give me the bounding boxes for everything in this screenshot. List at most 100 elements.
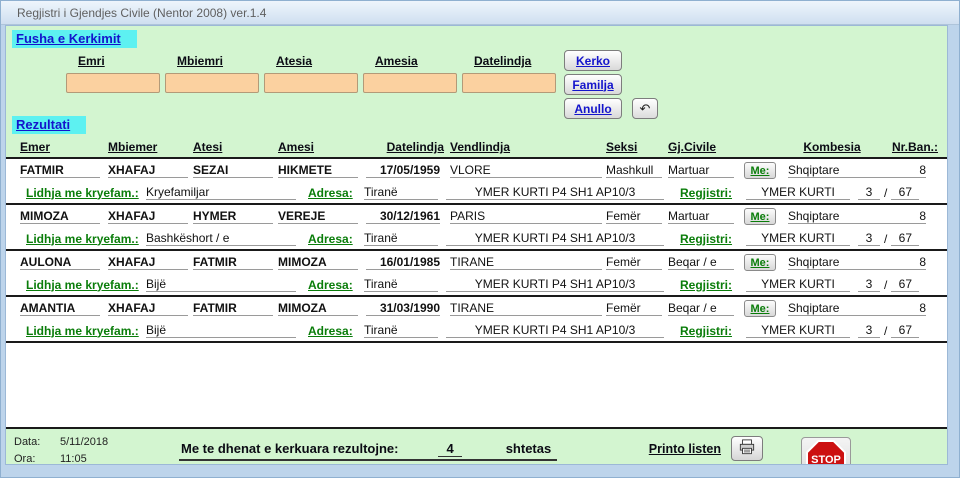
cell-kombesia: Shqiptare [782, 163, 882, 178]
anullo-button[interactable]: Anullo [564, 98, 622, 119]
cell-gjcivile: Martuar [668, 209, 744, 224]
adresa-label[interactable]: Adresa: [308, 324, 364, 338]
adresa-label[interactable]: Adresa: [308, 278, 364, 292]
search-fields: Emri Mbiemri Atesia Amesia [66, 50, 556, 93]
cell-regjistri: YMER KURTI [746, 231, 858, 246]
results-summary: Me te dhenat e kerkuara rezultojne: 4 sh… [179, 441, 557, 461]
print-block: Printo listen Printo familjen [634, 436, 763, 465]
cell-atesi: FATMIR [193, 301, 278, 316]
mbiemri-input[interactable] [165, 73, 259, 93]
cell-datelindja: 16/01/1985 [366, 255, 444, 270]
printo-listen-link[interactable]: Printo listen [649, 442, 721, 456]
me-button[interactable]: Me: [744, 162, 776, 179]
field-amesia-label: Amesia [375, 54, 457, 68]
cell-fleta: 3 [858, 231, 884, 246]
cell-adresa2: YMER KURTI P4 SH1 AP10/3 [446, 277, 680, 292]
cell-mbiemer: XHAFAJ [108, 163, 193, 178]
printo-listen-button[interactable] [731, 436, 763, 461]
field-emri: Emri [66, 50, 160, 93]
cell-nrban: 8 [882, 209, 938, 224]
cell-adresa: Tiranë [364, 185, 446, 200]
stop-button[interactable]: STOP [801, 437, 851, 465]
me-button[interactable]: Me: [744, 254, 776, 271]
field-mbiemri: Mbiemri [165, 50, 259, 93]
regjistri-label[interactable]: Regjistri: [680, 186, 746, 200]
cell-emer: FATMIR [20, 163, 108, 178]
lidhja-label[interactable]: Lidhja me kryefam.: [26, 186, 146, 200]
col-atesi: Atesi [193, 140, 278, 154]
results-table-header: Emer Mbiemer Atesi Amesi Datelindja Vend… [6, 137, 947, 157]
ora-label: Ora: [14, 451, 60, 465]
me-button[interactable]: Me: [744, 300, 776, 317]
cell-kombesia: Shqiptare [782, 301, 882, 316]
cell-adresa: Tiranë [364, 323, 446, 338]
col-amesi: Amesi [278, 140, 366, 154]
table-subrow: Lidhja me kryefam.: Bijë Adresa: Tiranë … [6, 320, 947, 341]
table-subrow: Lidhja me kryefam.: Bijë Adresa: Tiranë … [6, 274, 947, 295]
cell-mbiemer: XHAFAJ [108, 301, 193, 316]
table-row[interactable]: FATMIR XHAFAJ SEZAI HIKMETE 17/05/1959 V… [6, 159, 947, 182]
kerko-button[interactable]: Kerko [564, 50, 622, 71]
cell-adresa: Tiranë [364, 277, 446, 292]
table-row[interactable]: AMANTIA XHAFAJ FATMIR MIMOZA 31/03/1990 … [6, 297, 947, 320]
col-vendlindja: Vendlindja [444, 140, 606, 154]
data-label: Data: [14, 434, 60, 451]
emri-input[interactable] [66, 73, 160, 93]
cell-fleta: 3 [858, 323, 884, 338]
atesia-input[interactable] [264, 73, 358, 93]
cell-kombesia: Shqiptare [782, 255, 882, 270]
cell-nrban: 8 [882, 301, 938, 316]
window-titlebar[interactable]: Regjistri i Gjendjes Civile (Nentor 2008… [1, 1, 959, 25]
cell-faqja: /67 [884, 277, 930, 292]
table-row[interactable]: AULONA XHAFAJ FATMIR MIMOZA 16/01/1985 T… [6, 251, 947, 274]
col-kombesia: Kombesia [782, 140, 882, 154]
printer-icon [738, 439, 756, 458]
regjistri-label[interactable]: Regjistri: [680, 232, 746, 246]
cell-adresa: Tiranë [364, 231, 446, 246]
familja-button[interactable]: Familja [564, 74, 622, 95]
table-row[interactable]: MIMOZA XHAFAJ HYMER VEREJE 30/12/1961 PA… [6, 205, 947, 228]
cell-adresa2: YMER KURTI P4 SH1 AP10/3 [446, 185, 680, 200]
cell-nrban: 8 [882, 255, 938, 270]
cell-vendlindja: PARIS [444, 209, 606, 224]
col-datelindja: Datelindja [366, 140, 444, 154]
adresa-label[interactable]: Adresa: [308, 186, 364, 200]
cell-vendlindja: VLORE [444, 163, 606, 178]
cell-datelindja: 17/05/1959 [366, 163, 444, 178]
cell-mbiemer: XHAFAJ [108, 209, 193, 224]
cell-amesi: MIMOZA [278, 301, 366, 316]
cell-seksi: Femër [606, 209, 668, 224]
cell-atesi: HYMER [193, 209, 278, 224]
regjistri-label[interactable]: Regjistri: [680, 278, 746, 292]
datelindja-input[interactable] [462, 73, 556, 93]
cell-nrban: 8 [882, 163, 938, 178]
col-emer: Emer [20, 140, 108, 154]
cell-emer: AMANTIA [20, 301, 108, 316]
cell-gjcivile: Martuar [668, 163, 744, 178]
table-subrow: Lidhja me kryefam.: Bashkëshort / e Adre… [6, 228, 947, 249]
adresa-label[interactable]: Adresa: [308, 232, 364, 246]
summary-label: Me te dhenat e kerkuara rezultojne: [181, 441, 398, 456]
amesia-input[interactable] [363, 73, 457, 93]
cell-lidhja: Bashkëshort / e [146, 231, 308, 246]
datetime-block: Data: 5/11/2018 Ora: 11:05 [14, 434, 179, 465]
undo-icon[interactable]: ↶ [632, 98, 658, 119]
summary-count: 4 [438, 441, 461, 457]
lidhja-label[interactable]: Lidhja me kryefam.: [26, 324, 146, 338]
cell-lidhja: Bijë [146, 323, 308, 338]
cell-vendlindja: TIRANE [444, 255, 606, 270]
window-title: Regjistri i Gjendjes Civile (Nentor 2008… [17, 6, 266, 20]
footer: Data: 5/11/2018 Ora: 11:05 Me te dhenat … [6, 429, 947, 465]
search-section-title: Fusha e Kerkimit [12, 30, 137, 48]
app-window: Regjistri i Gjendjes Civile (Nentor 2008… [0, 0, 960, 478]
lidhja-label[interactable]: Lidhja me kryefam.: [26, 278, 146, 292]
cell-vendlindja: TIRANE [444, 301, 606, 316]
lidhja-label[interactable]: Lidhja me kryefam.: [26, 232, 146, 246]
cell-amesi: VEREJE [278, 209, 366, 224]
me-button[interactable]: Me: [744, 208, 776, 225]
col-gjcivile: Gj.Civile [668, 140, 744, 154]
regjistri-label[interactable]: Regjistri: [680, 324, 746, 338]
search-buttons: Kerko Familja Anullo ↶ [564, 50, 658, 119]
ora-value: 11:05 [60, 451, 87, 465]
cell-lidhja: Kryefamiljar [146, 185, 308, 200]
